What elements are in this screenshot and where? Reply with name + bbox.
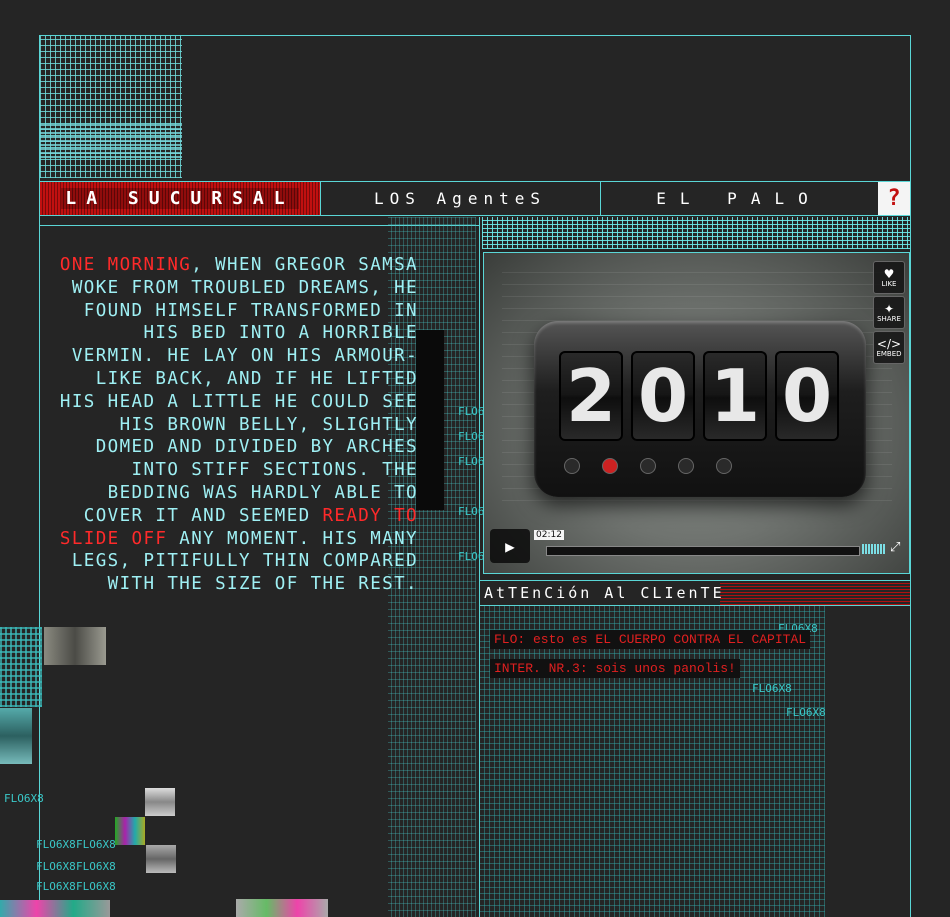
glitch-bar [416, 330, 444, 510]
glitch-pixels [0, 627, 42, 707]
noise-text: FLO6X8 [76, 880, 116, 893]
noise-text: FLO6X8 [36, 860, 76, 873]
device-buttons [564, 457, 836, 475]
heart-icon: ♥ [883, 266, 895, 281]
chat-message: INTER. NR.3: sois unos panolis! [490, 659, 740, 678]
digit: 1 [703, 351, 767, 441]
video-thumbnail-device: 2 0 1 0 [534, 321, 866, 497]
progress-bar[interactable] [546, 546, 860, 556]
story-highlight: ONE MORNING [59, 255, 192, 275]
glitch-pixels [44, 627, 106, 665]
embed-button[interactable]: </> EMBED [873, 331, 905, 364]
device-button [640, 458, 656, 474]
main-nav: LA SUCURSAL LOS AgenteS EL PALO ? [40, 181, 910, 216]
story-text: ONE MORNING, WHEN GREGOR SAMSA WOKE FROM… [50, 254, 418, 596]
nav-los-agentes[interactable]: LOS AgenteS [320, 182, 601, 215]
digit: 0 [775, 351, 839, 441]
embed-label: EMBED [876, 349, 902, 358]
column-divider [479, 217, 480, 917]
grid-pattern-block [40, 36, 182, 178]
noise-text: FLO6X8 [36, 838, 76, 851]
share-icon: ✦ [883, 301, 895, 316]
volume-control[interactable] [862, 544, 886, 554]
fullscreen-icon[interactable]: ⤢ [890, 540, 900, 555]
customer-service-header: AtTEnCión Al CLIenTE [480, 580, 910, 606]
share-label: SHARE [877, 314, 901, 323]
noise-text: FLO6X8 [36, 880, 76, 893]
help-button[interactable]: ? [878, 182, 910, 215]
device-button [716, 458, 732, 474]
glitch-pixels [115, 817, 145, 845]
nav-la-sucursal-label: LA SUCURSAL [61, 188, 299, 209]
code-icon: </> [876, 336, 902, 351]
share-button[interactable]: ✦ SHARE [873, 296, 905, 329]
glitch-pixels [145, 788, 175, 816]
play-button[interactable]: ▶ [490, 529, 530, 563]
digit: 0 [631, 351, 695, 441]
story-body: , WHEN GREGOR SAMSA WOKE FROM TROUBLED D… [59, 255, 418, 526]
glitch-pixels [146, 845, 176, 873]
noise-text: FLO6X8 [4, 792, 44, 805]
digit-display: 2 0 1 0 [559, 351, 839, 441]
time-display: 02:12 [534, 530, 564, 540]
noise-text: FLO6X8 [76, 838, 116, 851]
glitch-pixels [0, 708, 32, 764]
device-button [678, 458, 694, 474]
like-button[interactable]: ♥ LIKE [873, 261, 905, 294]
video-controls: ▶ 02:12 ⤢ [490, 529, 906, 565]
device-button [602, 458, 618, 474]
digit: 2 [559, 351, 623, 441]
nav-la-sucursal[interactable]: LA SUCURSAL [40, 182, 321, 215]
grid-strip [482, 217, 910, 249]
nav-el-palo[interactable]: EL PALO [600, 182, 878, 215]
video-player[interactable]: 2 0 1 0 ♥ LIKE ✦ SHARE </> EMBED ▶ 02:12 ⤢ [483, 252, 910, 574]
chat-log: FLO: esto es EL CUERPO CONTRA EL CAPITAL… [490, 628, 870, 686]
play-icon: ▶ [505, 536, 515, 556]
noise-text: FLO6X8 [76, 860, 116, 873]
customer-service-title: AtTEnCión Al CLIenTE [484, 584, 725, 602]
device-button [564, 458, 580, 474]
like-label: LIKE [881, 279, 897, 288]
glitch-pixels [236, 899, 328, 917]
noise-text: FLO6X8 [786, 706, 826, 719]
glitch-pixels [0, 900, 110, 917]
chat-message: FLO: esto es EL CUERPO CONTRA EL CAPITAL [490, 630, 811, 649]
